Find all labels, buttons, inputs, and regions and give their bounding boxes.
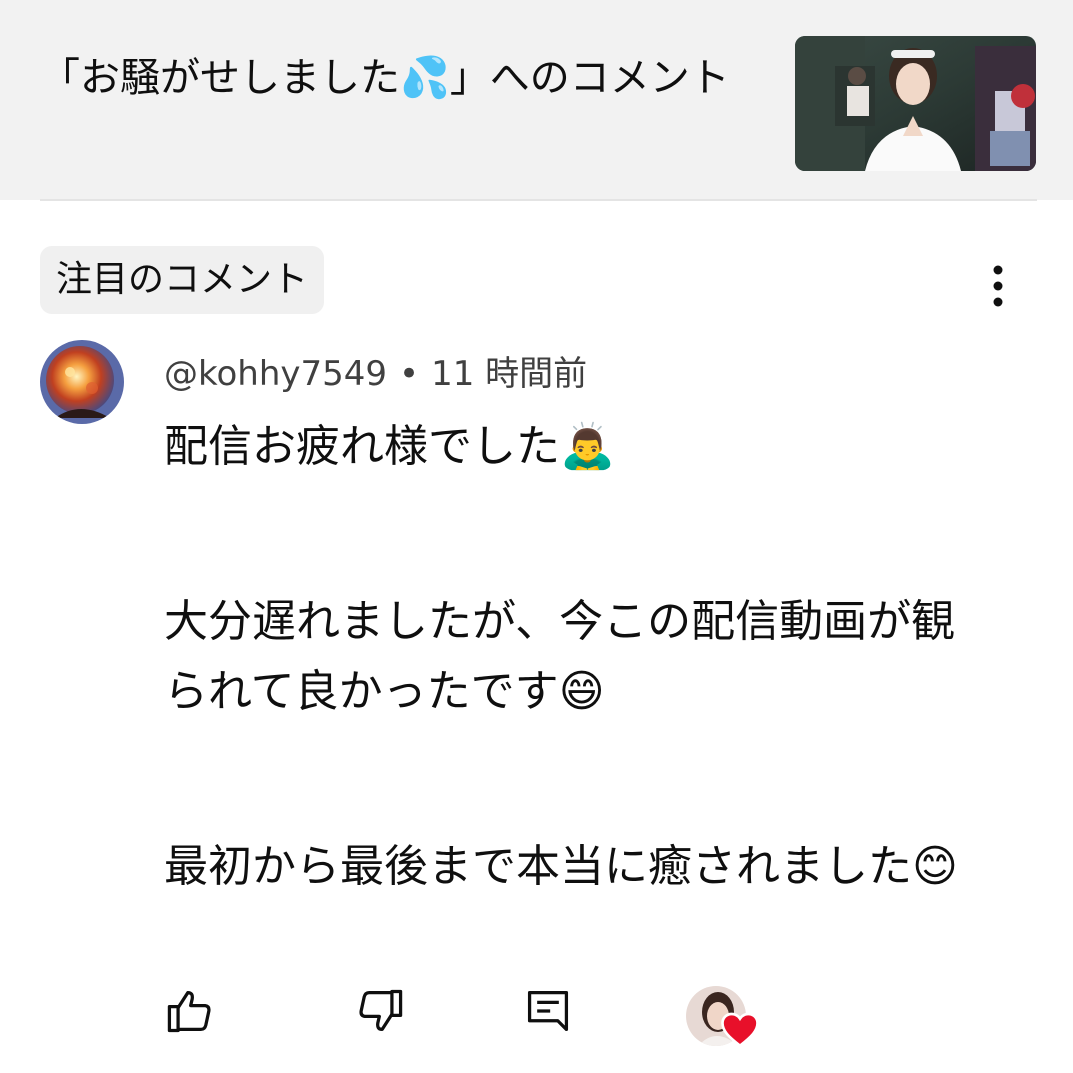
dislike-button[interactable] xyxy=(345,978,415,1048)
grinning-face-emoji: 😄 xyxy=(558,666,605,717)
smiling-face-emoji: 😊 xyxy=(912,841,958,892)
header-bar: 「お騒がせしました💦」へのコメント xyxy=(0,0,1073,200)
comment-author[interactable]: @kohhy7549 xyxy=(164,354,387,394)
comment-meta: @kohhy7549 • 11 時間前 xyxy=(164,348,587,400)
sort-chip-top-comments[interactable]: 注目のコメント xyxy=(40,246,325,314)
more-options-icon[interactable] xyxy=(980,262,1016,312)
title-suffix: 」へのコメント xyxy=(449,55,730,101)
bowing-man-emoji: 🙇‍♂️ xyxy=(560,421,615,472)
comment-text: 最初から最後まで本当に癒されました xyxy=(164,841,912,892)
comment-actions xyxy=(0,978,1073,1058)
thumbs-up-icon xyxy=(164,985,216,1041)
reply-comment-icon xyxy=(522,985,574,1041)
comment-paragraph: 大分遅れましたが、今この配信動画が観られて良かったです😄 xyxy=(164,587,984,727)
comment-paragraph: 最初から最後まで本当に癒されました😊 xyxy=(164,832,984,902)
comment-body: 配信お疲れ様でした🙇‍♂️ 大分遅れましたが、今この配信動画が観られて良かったで… xyxy=(164,412,984,902)
video-thumbnail[interactable] xyxy=(795,36,1036,171)
comment-paragraph: 配信お疲れ様でした🙇‍♂️ xyxy=(164,412,984,482)
meta-separator: • xyxy=(399,354,420,394)
video-comments-title: 「お騒がせしました💦」へのコメント xyxy=(40,48,760,108)
reply-button[interactable] xyxy=(513,978,583,1048)
header-divider xyxy=(40,199,1037,201)
creator-heart-icon xyxy=(720,1010,760,1048)
sweat-droplets-emoji: 💦 xyxy=(400,55,450,101)
comment-text: 配信お疲れ様でした xyxy=(164,421,560,472)
thumbs-down-icon xyxy=(354,985,406,1041)
like-button[interactable] xyxy=(155,978,225,1048)
commenter-avatar[interactable] xyxy=(40,340,124,424)
title-prefix: 「お騒がせしました xyxy=(40,55,400,101)
comment-timestamp: 11 時間前 xyxy=(431,354,588,394)
